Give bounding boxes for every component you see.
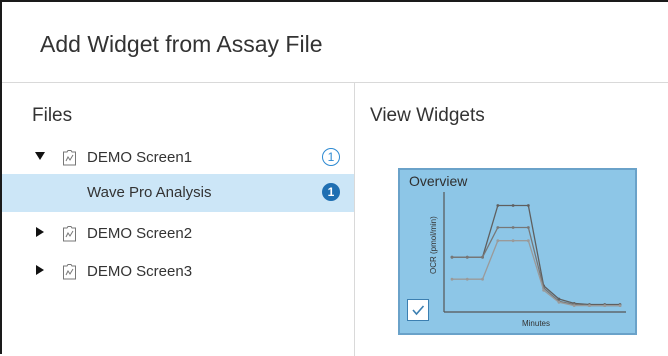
dialog-header: Add Widget from Assay File: [2, 2, 668, 83]
tree-item-label: DEMO Screen1: [87, 149, 193, 166]
checkmark-icon: [412, 305, 425, 316]
data-point: [450, 255, 454, 259]
tree-item-label: DEMO Screen3: [87, 263, 193, 280]
data-point: [542, 288, 546, 292]
tree-item-demo-screen3[interactable]: DEMO Screen3: [2, 253, 354, 291]
data-point: [526, 226, 530, 229]
add-widget-dialog: Add Widget from Assay File Files DEMO Sc…: [0, 0, 668, 356]
data-point: [511, 239, 515, 243]
assay-file-icon: [63, 150, 76, 166]
data-point: [603, 304, 607, 307]
tree-item-label: Wave Pro Analysis: [87, 184, 212, 201]
assay-file-icon: [63, 264, 76, 280]
tree-item-label: DEMO Screen2: [87, 225, 193, 242]
data-point: [481, 255, 484, 259]
count-badge: 1: [322, 183, 340, 201]
data-point: [496, 204, 500, 207]
series-line-1: [452, 204, 620, 306]
data-point: [526, 204, 530, 207]
data-point: [496, 239, 500, 243]
data-point: [465, 277, 469, 281]
overview-mini-chart: OCR (pmol/min) Minutes: [429, 192, 626, 328]
data-point: [526, 239, 530, 243]
data-point: [450, 277, 454, 281]
data-point: [588, 304, 591, 307]
data-point: [511, 226, 515, 229]
files-pane: Files DEMO Screen1 1 Wave Pro Analysis 1: [2, 83, 355, 356]
caret-right-icon[interactable]: [35, 265, 45, 275]
widget-select-checkbox[interactable]: [407, 299, 429, 321]
data-point: [557, 300, 561, 304]
y-axis-label: OCR (pmol/min): [429, 216, 438, 274]
data-point: [496, 226, 500, 229]
data-point: [511, 204, 515, 207]
view-widgets-pane: View Widgets Overview OCR (pmol/min) Min…: [355, 83, 668, 356]
caret-down-icon[interactable]: [35, 151, 45, 161]
series-line-3: [452, 240, 620, 307]
tree-item-demo-screen1[interactable]: DEMO Screen1 1: [2, 139, 354, 177]
dialog-title: Add Widget from Assay File: [40, 31, 323, 57]
x-axis-label: Minutes: [522, 319, 550, 328]
count-badge: 1: [322, 148, 340, 166]
tree-item-wave-pro-analysis[interactable]: Wave Pro Analysis 1: [2, 174, 354, 212]
overview-widget-card[interactable]: Overview OCR (pmol/min) Minutes: [398, 168, 637, 335]
data-point: [465, 255, 469, 259]
tree-item-demo-screen2[interactable]: DEMO Screen2: [2, 215, 354, 253]
view-widgets-heading: View Widgets: [370, 105, 485, 126]
series-layer: [450, 204, 622, 307]
caret-right-icon[interactable]: [35, 227, 45, 237]
files-heading: Files: [32, 105, 73, 126]
assay-file-icon: [63, 226, 76, 242]
data-point: [572, 304, 576, 307]
data-point: [618, 304, 622, 307]
data-point: [481, 277, 484, 281]
